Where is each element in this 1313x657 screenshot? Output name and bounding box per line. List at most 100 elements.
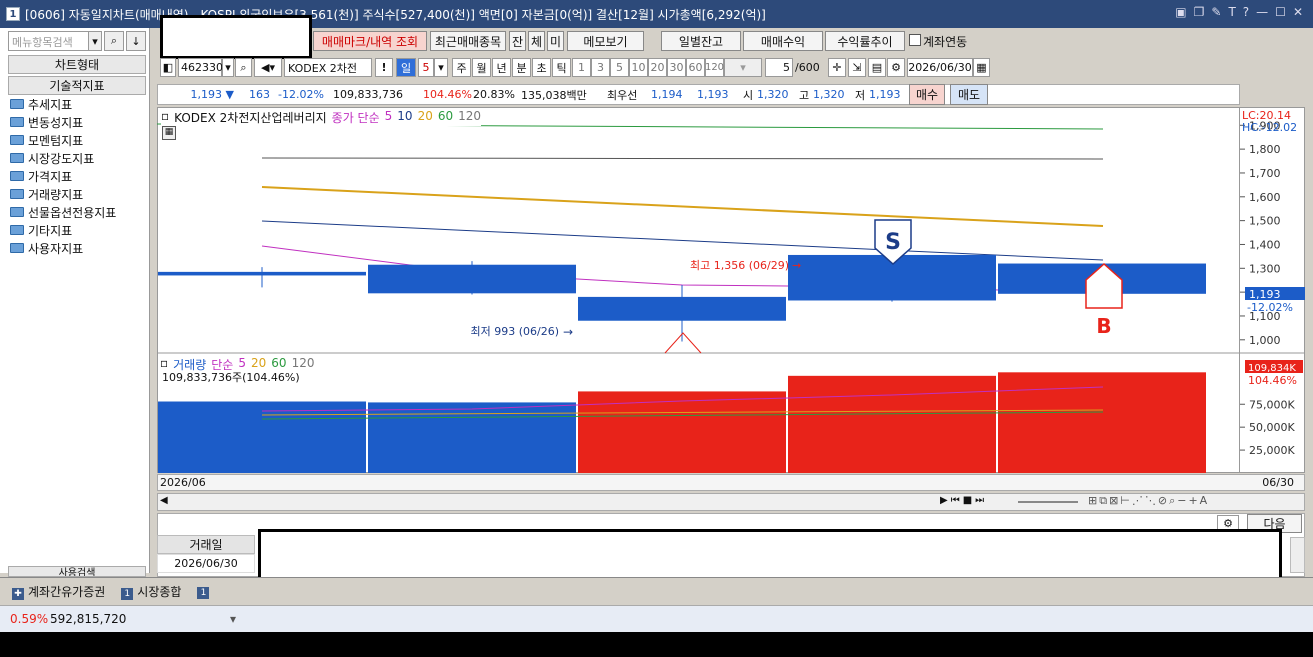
tab-market-overview[interactable]: 1 시장종합 bbox=[121, 583, 181, 600]
chart-scrollbar[interactable]: ◀ ▶⏮■⏭ ⊞⧉⊠⊢⋰⋱⊘⌕−+A bbox=[157, 493, 1305, 511]
maximize-icon[interactable]: ☐ bbox=[1275, 5, 1286, 19]
filled-button[interactable]: 체 bbox=[528, 31, 545, 51]
interval-120[interactable]: 120 bbox=[705, 58, 724, 77]
tab-chart-type[interactable]: 차트형태 bbox=[8, 55, 146, 74]
tree-item[interactable]: 기타지표 bbox=[10, 221, 148, 239]
tree-item[interactable]: 거래량지표 bbox=[10, 185, 148, 203]
pin-icon[interactable]: ✎ bbox=[1211, 5, 1221, 19]
period-count-select[interactable]: 5 bbox=[418, 58, 434, 77]
chevron-down-icon[interactable]: ▾ bbox=[222, 58, 234, 77]
interval-5[interactable]: 5 bbox=[610, 58, 629, 77]
return-trend-button[interactable]: 수익률추이 bbox=[825, 31, 905, 51]
layout-icon[interactable]: ▣ bbox=[1175, 5, 1186, 19]
current-volume-rate: 104.46% bbox=[1248, 374, 1297, 387]
price-tick-label: 1,400 bbox=[1249, 238, 1281, 251]
period-second[interactable]: 초 bbox=[532, 58, 551, 77]
trade-mark-button[interactable]: 매매마크/내역 조회 bbox=[313, 31, 427, 51]
interval-custom-select[interactable]: ▾ bbox=[724, 58, 762, 77]
range-input[interactable]: 5 bbox=[765, 58, 793, 77]
sound-icon[interactable]: ◀▾ bbox=[254, 58, 282, 77]
sell-button[interactable]: 매도 bbox=[950, 84, 988, 105]
price-tick-label: 1,700 bbox=[1249, 167, 1281, 180]
save-icon[interactable]: ▤ bbox=[868, 58, 886, 77]
gear-icon[interactable]: ⚙ bbox=[887, 58, 905, 77]
tree-item[interactable]: 시장강도지표 bbox=[10, 149, 148, 167]
period-week[interactable]: 주 bbox=[452, 58, 471, 77]
low-label: 저 bbox=[855, 88, 866, 102]
zoom-slider[interactable] bbox=[1018, 501, 1078, 503]
playback-controls-icon[interactable]: ▶⏮■⏭ bbox=[940, 495, 987, 506]
list-scrollbar[interactable] bbox=[1290, 537, 1305, 573]
tab-extra[interactable]: 1 bbox=[197, 584, 213, 599]
current-volume-label: 109,834K bbox=[1248, 363, 1296, 374]
trade-profit-button[interactable]: 매매수익 bbox=[743, 31, 823, 51]
chevron-down-icon[interactable]: ▾ bbox=[88, 31, 102, 51]
usage-search-tab[interactable]: 사용검색 bbox=[8, 566, 146, 577]
low-note: 최저 993 (06/26) bbox=[470, 325, 559, 338]
stock-title[interactable]: KODEX 2차전지산업레버리지 bbox=[174, 109, 327, 126]
font-icon[interactable]: T bbox=[1228, 5, 1235, 19]
memo-button[interactable]: 메모보기 bbox=[567, 31, 644, 51]
period-year[interactable]: 년 bbox=[492, 58, 511, 77]
interval-20[interactable]: 20 bbox=[648, 58, 667, 77]
interval-60[interactable]: 60 bbox=[686, 58, 705, 77]
chevron-down-icon[interactable]: ▾ bbox=[230, 612, 236, 626]
tree-item[interactable]: 추세지표 bbox=[10, 95, 148, 113]
crosshair-icon[interactable]: ✛ bbox=[828, 58, 846, 77]
account-link-checkbox[interactable] bbox=[909, 34, 921, 46]
help-icon[interactable]: ? bbox=[1243, 5, 1249, 19]
ma-label[interactable]: 종가 단순 bbox=[332, 109, 380, 126]
interval-1[interactable]: 1 bbox=[572, 58, 591, 77]
candle-body[interactable] bbox=[158, 271, 366, 276]
ma-5-label: 5 bbox=[384, 109, 393, 123]
interval-30[interactable]: 30 bbox=[667, 58, 686, 77]
balance-button[interactable]: 잔 bbox=[509, 31, 526, 51]
status-rate: 0.59% bbox=[10, 612, 49, 626]
minimize-icon[interactable]: — bbox=[1256, 5, 1268, 19]
close-icon[interactable]: ✕ bbox=[1293, 5, 1303, 19]
date-input[interactable]: 2026/06/30 bbox=[907, 58, 973, 77]
best-bid: 1,193 bbox=[697, 88, 729, 101]
scroll-left-icon[interactable]: ◀ bbox=[160, 495, 168, 506]
volume-bar[interactable] bbox=[158, 401, 366, 474]
zoom-icon[interactable]: ⇲ bbox=[848, 58, 866, 77]
calendar-icon[interactable]: ▦ bbox=[973, 58, 990, 77]
buy-button[interactable]: 매수 bbox=[909, 84, 945, 105]
daily-balance-button[interactable]: 일별잔고 bbox=[661, 31, 741, 51]
interval-3[interactable]: 3 bbox=[591, 58, 610, 77]
period-minute[interactable]: 분 bbox=[512, 58, 531, 77]
drawing-tools-icon[interactable]: ⊞⧉⊠⊢⋰⋱⊘⌕−+A bbox=[1088, 494, 1209, 508]
tree-item[interactable]: 변동성지표 bbox=[10, 113, 148, 131]
chevron-down-icon[interactable]: ▾ bbox=[434, 58, 448, 77]
folder-icon bbox=[10, 171, 24, 181]
period-tick[interactable]: 틱 bbox=[552, 58, 571, 77]
chart-svg: 1,9001,8001,7001,6001,5001,4001,3001,200… bbox=[157, 109, 1305, 474]
tree-item[interactable]: 사용자지표 bbox=[10, 239, 148, 257]
stock-name-field[interactable]: KODEX 2차전 bbox=[284, 58, 372, 77]
period-day-button[interactable]: 일 bbox=[396, 58, 416, 77]
volume-bar[interactable] bbox=[788, 375, 996, 473]
search-icon[interactable]: ⌕ bbox=[235, 58, 252, 77]
tab-technical[interactable]: 기술적지표 bbox=[8, 76, 146, 95]
folder-icon bbox=[10, 135, 24, 145]
interval-10[interactable]: 10 bbox=[629, 58, 648, 77]
table-icon[interactable]: ▦ bbox=[162, 126, 176, 140]
stock-code-input[interactable]: 462330 bbox=[178, 58, 223, 77]
download-icon[interactable]: ↓ bbox=[126, 31, 146, 51]
current-price: 1,193 ▼ bbox=[190, 88, 234, 101]
tree-item[interactable]: 가격지표 bbox=[10, 167, 148, 185]
recent-trades-button[interactable]: 최근매매종목 bbox=[430, 31, 506, 51]
tree-item[interactable]: 선물옵션전용지표 bbox=[10, 203, 148, 221]
panel-toggle-icon[interactable]: ◧ bbox=[160, 58, 176, 77]
search-icon[interactable]: ⌕ bbox=[104, 31, 124, 51]
tab-account-securities[interactable]: ✚ 계좌간유가증권 bbox=[12, 583, 105, 600]
copy-icon[interactable]: ❐ bbox=[1194, 5, 1205, 19]
candle-body[interactable] bbox=[578, 296, 786, 321]
trade-date-cell[interactable]: 2026/06/30 bbox=[157, 554, 255, 573]
alert-icon[interactable]: ! bbox=[375, 58, 393, 77]
unfilled-button[interactable]: 미 bbox=[547, 31, 564, 51]
candle-body[interactable] bbox=[368, 264, 576, 294]
taskbar bbox=[0, 632, 1313, 657]
period-month[interactable]: 월 bbox=[472, 58, 491, 77]
tree-item[interactable]: 모멘텀지표 bbox=[10, 131, 148, 149]
